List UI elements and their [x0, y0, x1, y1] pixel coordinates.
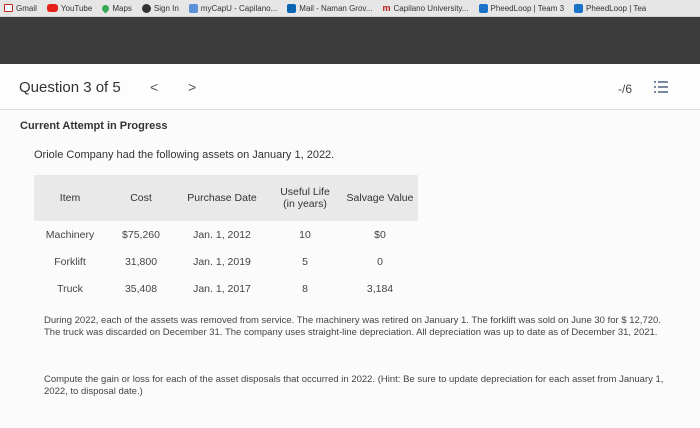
purchase-date-cell: Jan. 1, 2012 [193, 228, 251, 241]
pheedloop-icon [478, 3, 488, 13]
attempt-status: Current Attempt in Progress [20, 120, 168, 132]
page-header-band [0, 17, 700, 64]
purchase-date-cell: Jan. 1, 2019 [193, 255, 251, 268]
bookmarks-bar: Gmail YouTube Maps Sign In myCapU - Capi… [0, 0, 700, 17]
cost-cell: 35,408 [124, 282, 158, 295]
salvage-value-cell: 3,184 [366, 282, 394, 295]
bookmark-label: PheedLoop | Team 3 [490, 3, 565, 13]
useful-life-cell: 5 [302, 255, 308, 268]
cost-cell: $75,260 [122, 228, 160, 241]
table-row: Forklift 31,800 Jan. 1, 2019 5 0 [34, 248, 418, 275]
next-question-button[interactable]: > [188, 79, 196, 95]
bookmark-label: Maps [112, 3, 132, 13]
sign-in-icon [141, 3, 151, 13]
question-instruction: Compute the gain or loss for each of the… [44, 374, 664, 397]
question-intro: Oriole Company had the following assets … [34, 149, 335, 161]
question-list-icon[interactable] [654, 80, 668, 94]
table-header-row: Item Cost Purchase Date Useful Life (in … [34, 175, 418, 221]
assets-table: Item Cost Purchase Date Useful Life (in … [34, 175, 418, 302]
youtube-icon [46, 4, 58, 12]
table-row: Truck 35,408 Jan. 1, 2017 8 3,184 [34, 275, 418, 302]
bookmark-label: myCapU - Capilano... [200, 3, 278, 13]
salvage-value-cell: $0 [374, 228, 386, 241]
bookmark-label: Gmail [16, 3, 37, 13]
salvage-value-cell: 0 [377, 255, 383, 268]
capilano-icon [188, 3, 198, 13]
bookmark-label: Sign In [153, 3, 179, 13]
question-card: Question 3 of 5 < > -/6 Current Attempt … [0, 64, 700, 428]
bookmark-pheedloop-2[interactable]: PheedLoop | Tea [574, 3, 647, 13]
bookmark-label: PheedLoop | Tea [586, 3, 647, 13]
question-score: -/6 [618, 82, 633, 96]
column-header: Item [34, 175, 106, 221]
useful-life-cell: 10 [299, 228, 311, 241]
mail-icon [287, 3, 297, 13]
column-header: Useful Life (in years) [268, 175, 342, 221]
university-icon: m [382, 3, 391, 13]
column-header: Salvage Value [342, 175, 418, 221]
bookmark-capilano-university[interactable]: m Capilano University... [382, 3, 468, 13]
column-header: Purchase Date [176, 175, 268, 221]
bookmark-maps[interactable]: Maps [100, 3, 132, 13]
bookmark-label: YouTube [60, 3, 93, 13]
maps-icon [100, 3, 111, 13]
pheedloop-icon [574, 3, 584, 13]
bookmark-label: Mail - Naman Grov... [299, 3, 373, 13]
bookmark-gmail[interactable]: Gmail [4, 4, 37, 13]
bookmark-mycapu[interactable]: myCapU - Capilano... [188, 3, 278, 13]
bookmark-sign-in[interactable]: Sign In [141, 3, 179, 13]
useful-life-cell: 8 [302, 282, 308, 295]
item-cell: Forklift [54, 255, 86, 268]
previous-question-button[interactable]: < [150, 79, 158, 95]
bookmark-pheedloop-1[interactable]: PheedLoop | Team 3 [478, 3, 565, 13]
question-header: Question 3 of 5 < > -/6 [0, 64, 700, 110]
item-cell: Machinery [45, 228, 95, 241]
purchase-date-cell: Jan. 1, 2017 [193, 282, 251, 295]
gmail-icon [4, 4, 13, 12]
bookmark-label: Capilano University... [393, 3, 469, 13]
question-title: Question 3 of 5 [19, 79, 121, 96]
column-header: Cost [106, 175, 176, 221]
cost-cell: 31,800 [124, 255, 158, 268]
question-paragraph: During 2022, each of the assets was remo… [44, 315, 661, 338]
table-row: Machinery $75,260 Jan. 1, 2012 10 $0 [34, 221, 418, 248]
bookmark-mail[interactable]: Mail - Naman Grov... [287, 3, 373, 13]
bookmark-youtube[interactable]: YouTube [46, 3, 93, 13]
item-cell: Truck [57, 282, 83, 295]
